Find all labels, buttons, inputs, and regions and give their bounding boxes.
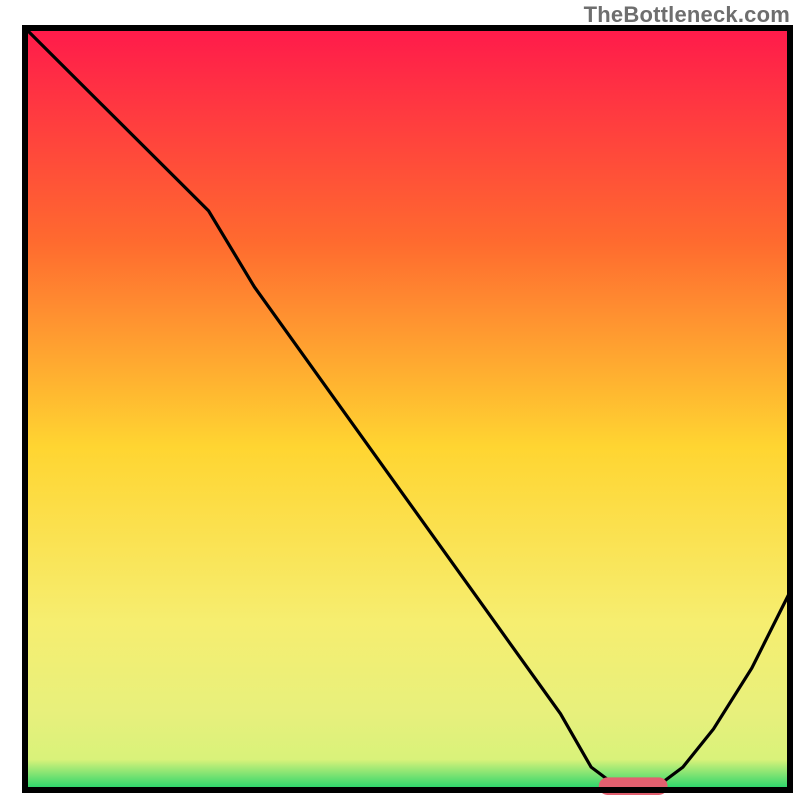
chart-stage: TheBottleneck.com bbox=[0, 0, 800, 800]
watermark-text: TheBottleneck.com bbox=[584, 2, 790, 28]
bottleneck-chart bbox=[0, 0, 800, 800]
